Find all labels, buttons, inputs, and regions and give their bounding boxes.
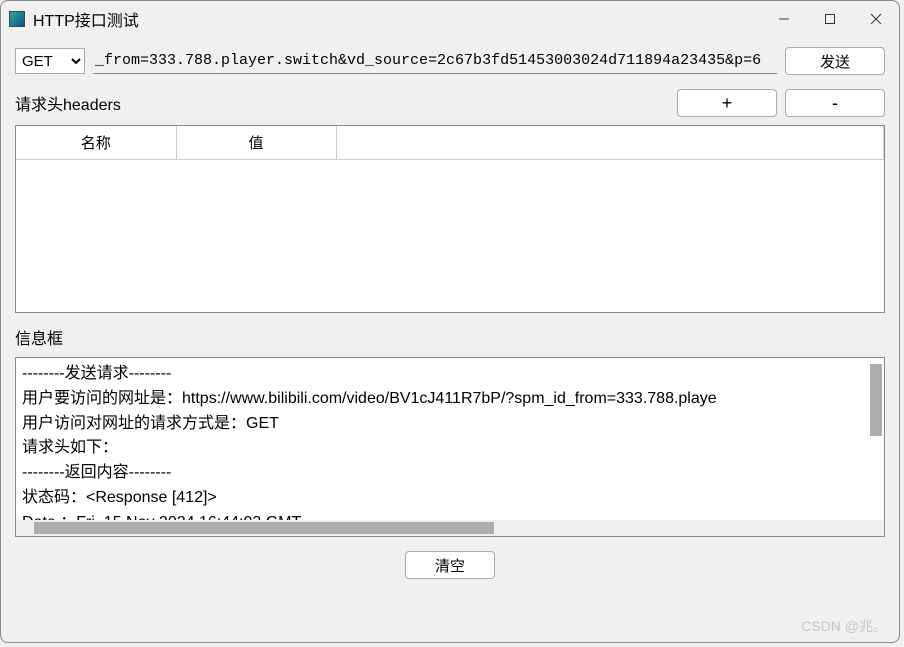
info-content[interactable]: --------发送请求-------- 用户要访问的网址是：https://w… [16,358,884,520]
window-controls [761,3,899,35]
minimize-button[interactable] [761,3,807,35]
info-line: --------发送请求-------- [22,362,878,387]
headers-label: 请求头headers [15,91,669,115]
close-button[interactable] [853,3,899,35]
window-title: HTTP接口测试 [33,7,139,31]
headers-toolbar: 请求头headers + - [15,89,885,117]
add-header-button[interactable]: + [677,89,777,117]
info-line: 用户要访问的网址是：https://www.bilibili.com/video… [22,387,878,412]
send-button[interactable]: 发送 [785,47,885,75]
headers-table-wrap: 名称 值 [15,125,885,313]
method-select[interactable]: GET [15,48,85,74]
col-spacer [336,126,884,160]
footer-row: 清空 [15,551,885,579]
col-name: 名称 [16,126,176,160]
headers-table[interactable]: 名称 值 [16,126,884,160]
horizontal-scrollbar-thumb[interactable] [34,522,494,534]
info-line: Date ：Fri, 15 Nov 2024 16:44:03 GMT [22,511,878,520]
app-icon [9,11,25,27]
app-window: HTTP接口测试 GET 发送 请求头headers + - [0,0,900,643]
url-input[interactable] [93,48,777,74]
remove-header-button[interactable]: - [785,89,885,117]
maximize-icon [824,13,836,25]
close-icon [870,13,882,25]
col-value: 值 [176,126,336,160]
table-header-row: 名称 值 [16,126,884,160]
content-area: GET 发送 请求头headers + - 名称 值 信息框 [1,37,899,642]
info-line: 用户访问对网址的请求方式是：GET [22,412,878,437]
title-bar: HTTP接口测试 [1,1,899,37]
maximize-button[interactable] [807,3,853,35]
info-label: 信息框 [15,325,885,349]
info-line: --------返回内容-------- [22,461,878,486]
info-line: 状态码：<Response [412]> [22,486,878,511]
vertical-scrollbar-thumb[interactable] [870,364,882,436]
horizontal-scrollbar[interactable] [16,520,884,536]
minimize-icon [778,13,790,25]
info-line: 请求头如下： [22,436,878,461]
info-box: --------发送请求-------- 用户要访问的网址是：https://w… [15,357,885,537]
request-row: GET 发送 [15,47,885,75]
clear-button[interactable]: 清空 [405,551,495,579]
